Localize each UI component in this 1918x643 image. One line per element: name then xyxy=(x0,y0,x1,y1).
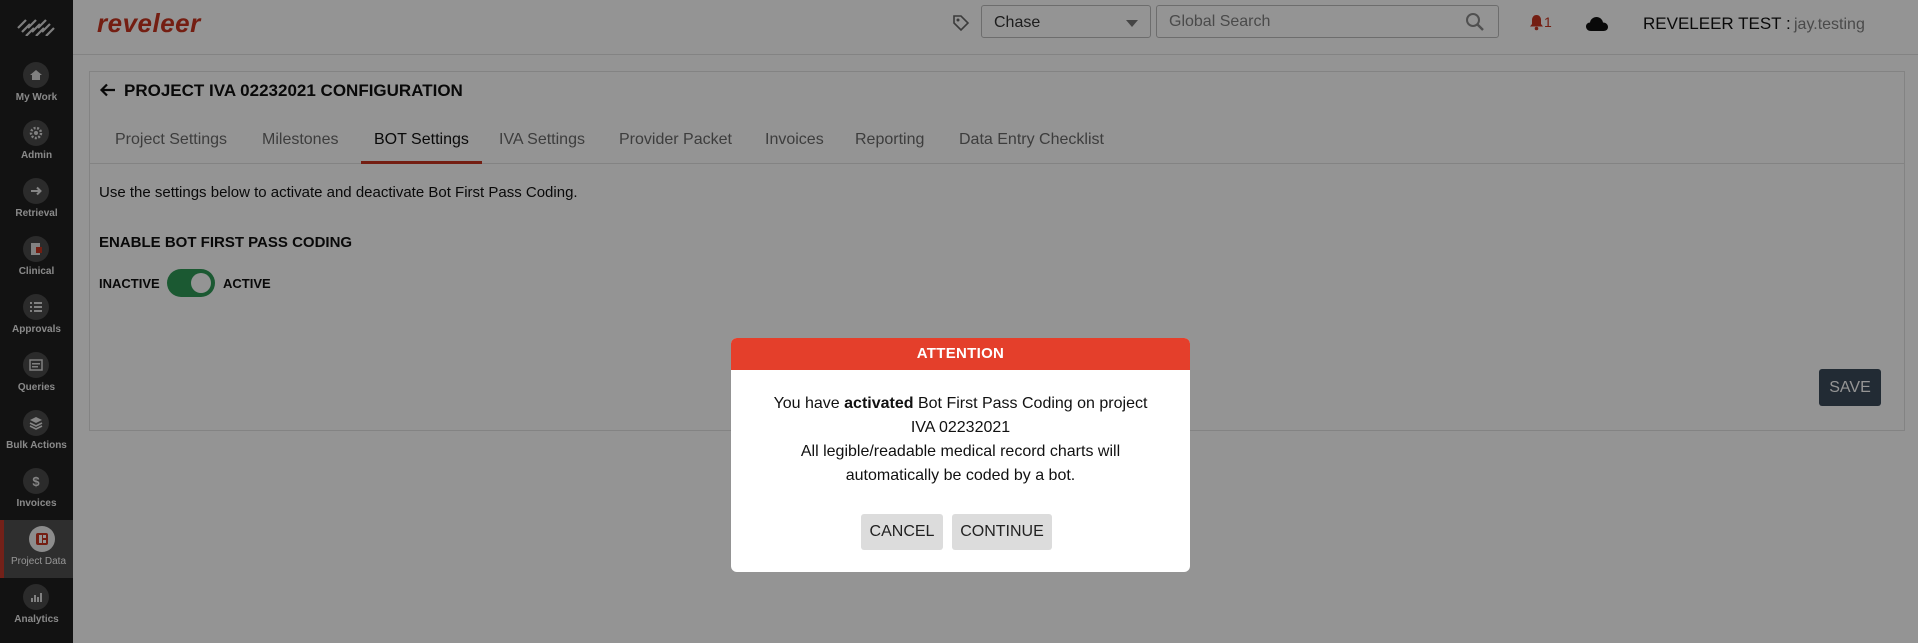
dialog-message-line-4: automatically be coded by a bot. xyxy=(845,467,1076,484)
continue-button[interactable]: CONTINUE xyxy=(952,514,1052,550)
message-prefix: You have xyxy=(773,395,845,412)
dialog-message-line-3: All legible/readable medical record char… xyxy=(800,443,1121,460)
message-emphasis: activated xyxy=(844,395,914,412)
attention-dialog: ATTENTION You have activated Bot First P… xyxy=(731,338,1190,572)
dialog-message: You have activated Bot First Pass Coding… xyxy=(731,392,1190,488)
cancel-button[interactable]: CANCEL xyxy=(861,514,943,550)
dialog-title: ATTENTION xyxy=(731,338,1190,370)
dialog-message-line-1: You have activated Bot First Pass Coding… xyxy=(731,392,1190,416)
dialog-message-line-2: IVA 02232021 xyxy=(910,419,1011,436)
message-suffix: Bot First Pass Coding on project xyxy=(913,395,1148,412)
